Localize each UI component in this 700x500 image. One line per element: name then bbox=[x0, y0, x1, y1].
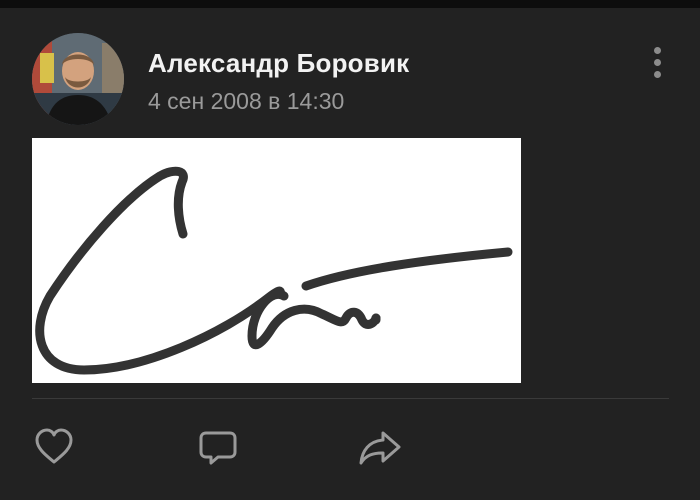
post-timestamp[interactable]: 4 сен 2008 в 14:30 bbox=[148, 88, 344, 115]
more-vertical-icon-dot bbox=[653, 58, 661, 66]
status-bar bbox=[0, 0, 700, 8]
like-button[interactable] bbox=[31, 424, 77, 470]
more-vertical-icon-dot bbox=[653, 70, 661, 78]
avatar[interactable] bbox=[32, 33, 124, 125]
actions-divider bbox=[32, 398, 669, 399]
signature-drawing bbox=[35, 166, 513, 375]
avatar-photo bbox=[32, 33, 124, 125]
post-image-signature[interactable] bbox=[32, 138, 521, 383]
share-icon bbox=[359, 431, 401, 465]
comment-button[interactable] bbox=[195, 424, 241, 470]
heart-icon bbox=[35, 428, 73, 464]
comment-icon bbox=[199, 431, 237, 465]
more-options-button[interactable] bbox=[640, 42, 674, 82]
post-author-name[interactable]: Александр Боровик bbox=[148, 48, 409, 79]
more-vertical-icon-dot bbox=[653, 46, 661, 54]
share-button[interactable] bbox=[357, 424, 403, 470]
